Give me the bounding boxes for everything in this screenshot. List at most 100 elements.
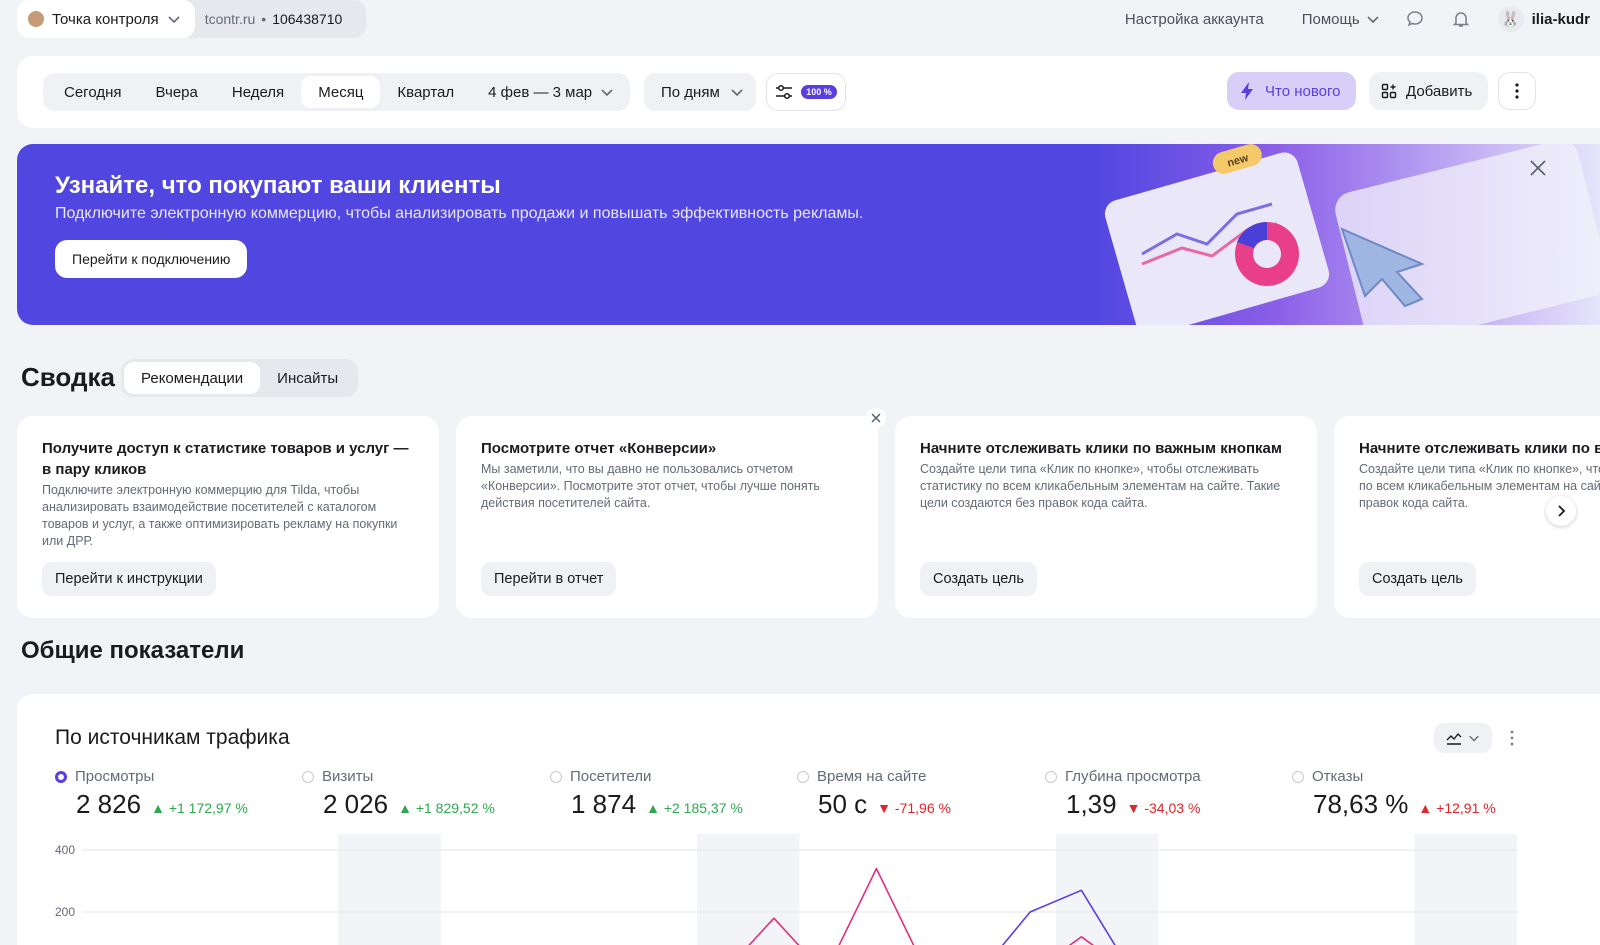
card-text: Создайте цели типа «Клик по кнопке», что…: [920, 462, 1281, 510]
metric-delta: ▼ -34,03 %: [1126, 800, 1201, 816]
connect-ecommerce-button[interactable]: Перейти к подключению: [55, 240, 248, 278]
whats-new-button[interactable]: Что нового: [1227, 72, 1357, 110]
lightning-icon: [1241, 82, 1253, 100]
metric-delta: ▲ +1 829,52 %: [398, 800, 495, 816]
carousel-next-button[interactable]: [1546, 496, 1576, 526]
metric-label: Глубина просмотра: [1065, 768, 1201, 785]
tab-insights[interactable]: Инсайты: [260, 362, 355, 394]
close-card-icon[interactable]: [866, 408, 886, 428]
sliders-icon: [776, 84, 793, 100]
metric-radio[interactable]: [1045, 770, 1057, 783]
date-range-picker[interactable]: 4 фев — 3 мар: [471, 84, 626, 101]
metric-value: 1 874: [571, 789, 637, 819]
close-icon[interactable]: [1528, 158, 1548, 178]
weekend-band: [1055, 834, 1159, 945]
period-today[interactable]: Сегодня: [47, 76, 139, 108]
metric-value: 50 с: [818, 789, 868, 819]
weekend-band: [1414, 834, 1517, 945]
tab-recommendations[interactable]: Рекомендации: [124, 362, 261, 394]
summary-title: Сводка: [21, 362, 115, 392]
period-yesterday[interactable]: Вчера: [139, 76, 215, 108]
metric-visits[interactable]: Визиты 2 026 ▲ +1 829,52 %: [302, 768, 542, 820]
chevron-down-icon: [168, 16, 180, 24]
counter-color-dot: [28, 11, 44, 27]
add-label: Добавить: [1406, 82, 1473, 100]
metric-radio[interactable]: [55, 770, 67, 783]
traffic-sources-widget: По источникам трафика Просмотры 2 826 ▲ +…: [17, 694, 1600, 945]
metric-value: 1,39: [1066, 789, 1117, 819]
whats-new-label: Что нового: [1265, 82, 1341, 100]
metric-bounce-rate[interactable]: Отказы 78,63 % ▲ +12,91 %: [1292, 768, 1532, 820]
open-instructions-button[interactable]: Перейти к инструкции: [42, 562, 216, 596]
help-label: Помощь: [1301, 10, 1360, 28]
chevron-down-icon: [1469, 735, 1479, 742]
metric-delta: ▼ -71,96 %: [877, 800, 951, 816]
create-goal-button[interactable]: Создать цель: [1359, 562, 1476, 596]
counter-switcher: Точка контроля tcontr.ru • 106438710: [17, 0, 367, 38]
chat-icon[interactable]: [1404, 8, 1426, 30]
bell-icon[interactable]: [1450, 8, 1472, 30]
grouping-select[interactable]: По дням: [644, 73, 756, 111]
y-tick-label: 400: [55, 843, 75, 857]
counter-info: tcontr.ru • 106438710: [195, 11, 367, 27]
metric-delta-value: +1 172,97 %: [168, 800, 248, 816]
line-chart-icon: [1446, 732, 1462, 745]
date-range-label: 4 фев — 3 мар: [488, 83, 593, 101]
metric-delta-value: +1 829,52 %: [415, 800, 495, 816]
help-menu[interactable]: Помощь: [1302, 11, 1380, 28]
chart-type-select[interactable]: [1434, 723, 1492, 753]
more-options-button[interactable]: [1498, 72, 1536, 110]
chevron-right-icon: [1558, 505, 1566, 517]
ecommerce-promo-banner: new Узнайте, что покупают ваши клиенты П…: [17, 144, 1600, 325]
username[interactable]: ilia-kudr: [1532, 11, 1590, 28]
metric-label: Время на сайте: [817, 768, 927, 785]
create-goal-button[interactable]: Создать цель: [920, 562, 1037, 596]
card-title: Получите доступ к статистике товаров и у…: [42, 440, 409, 478]
metric-value: 2 026: [323, 789, 389, 819]
metric-radio[interactable]: [1292, 770, 1304, 783]
period-week[interactable]: Неделя: [215, 76, 301, 108]
metric-delta: ▲ +2 185,37 %: [646, 800, 743, 816]
metric-views[interactable]: Просмотры 2 826 ▲ +1 172,97 %: [55, 768, 295, 820]
metric-delta-value: +2 185,37 %: [663, 800, 743, 816]
counter-select[interactable]: Точка контроля: [17, 0, 195, 38]
card-title: Начните отслеживать клики по важным кноп…: [1359, 440, 1600, 457]
metric-label: Отказы: [1312, 768, 1364, 785]
period-selector: Сегодня Вчера Неделя Месяц Квартал 4 фев…: [43, 73, 631, 111]
period-month[interactable]: Месяц: [301, 76, 381, 108]
banner-illustration: new: [1097, 144, 1600, 325]
account-settings-link[interactable]: Настройка аккаунта: [1125, 11, 1264, 28]
metric-radio[interactable]: [302, 770, 314, 783]
filters-button[interactable]: 100 %: [766, 73, 846, 111]
general-metrics-title: Общие показатели: [21, 637, 245, 664]
card-title: Начните отслеживать клики по важным кноп…: [920, 440, 1282, 457]
metric-page-depth[interactable]: Глубина просмотра 1,39 ▼ -34,03 %: [1045, 768, 1285, 820]
metric-radio[interactable]: [550, 770, 562, 783]
widgets-icon: [1381, 83, 1397, 99]
add-widget-button[interactable]: Добавить: [1369, 72, 1489, 110]
counter-id: 106438710: [272, 11, 343, 27]
metric-delta-value: +12,91 %: [1436, 800, 1496, 816]
traffic-chart[interactable]: 400 200: [17, 834, 1600, 945]
chevron-down-icon: [601, 89, 613, 97]
metric-value: 2 826: [76, 789, 142, 819]
card-text: Подключите электронную коммерцию для Til…: [42, 483, 398, 548]
metric-label: Визиты: [322, 768, 374, 785]
metric-time-on-site[interactable]: Время на сайте 50 с ▼ -71,96 %: [797, 768, 1037, 820]
chevron-down-icon: [1367, 16, 1379, 24]
weekend-band: [338, 834, 441, 945]
recommendation-card: Получите доступ к статистике товаров и у…: [17, 416, 439, 618]
metric-label: Просмотры: [75, 768, 155, 785]
metric-delta-value: -71,96 %: [894, 800, 951, 816]
metric-radio[interactable]: [797, 770, 809, 783]
counter-domain: tcontr.ru: [204, 11, 256, 27]
user-avatar[interactable]: 🐰: [1497, 6, 1524, 32]
period-quarter[interactable]: Квартал: [380, 76, 471, 108]
banner-subtitle: Подключите электронную коммерцию, чтобы …: [55, 205, 864, 222]
counter-separator: •: [261, 11, 267, 27]
sampling-badge: 100 %: [801, 85, 837, 99]
metric-value: 78,63 %: [1313, 789, 1409, 819]
metric-visitors[interactable]: Посетители 1 874 ▲ +2 185,37 %: [550, 768, 790, 820]
widget-more-button[interactable]: [1505, 727, 1519, 749]
open-report-button[interactable]: Перейти в отчет: [481, 562, 617, 596]
